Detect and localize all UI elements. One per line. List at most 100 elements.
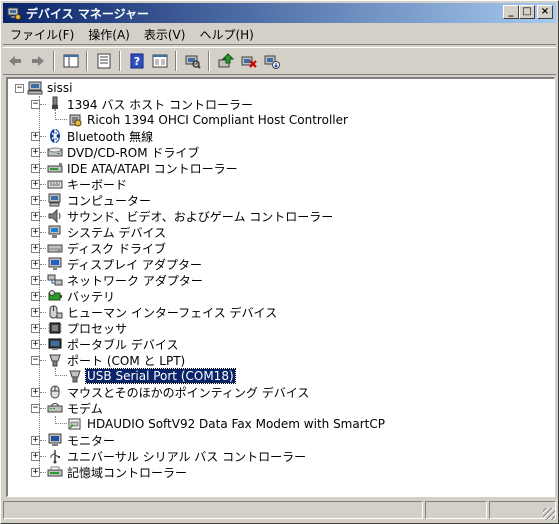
tree-expander[interactable]: + bbox=[31, 436, 40, 445]
tree-expander[interactable]: + bbox=[31, 228, 40, 237]
tree-category-item[interactable]: DVD/CD-ROM ドライブ bbox=[47, 144, 200, 160]
tree-expander[interactable]: + bbox=[31, 292, 40, 301]
tree-item-label: ヒューマン インターフェイス デバイス bbox=[67, 305, 278, 320]
tree-category-item[interactable]: モニター bbox=[47, 432, 116, 448]
menu-file[interactable]: ファイル(F) bbox=[3, 26, 81, 43]
tree-connector bbox=[40, 184, 46, 185]
network-icon bbox=[47, 272, 63, 288]
tree-item-label: マウスとそのほかのポインティング デバイス bbox=[67, 385, 310, 400]
help-icon[interactable]: ? bbox=[126, 50, 148, 72]
tree-category-item[interactable]: サウンド、ビデオ、およびゲーム コントローラー bbox=[47, 208, 334, 224]
maximize-button[interactable]: □ bbox=[519, 5, 535, 19]
tree-expander[interactable]: + bbox=[31, 180, 40, 189]
sound-icon bbox=[47, 208, 63, 224]
toolbar-separator bbox=[119, 51, 121, 71]
forward-arrow-icon[interactable] bbox=[27, 50, 49, 72]
device-manager-window: デバイス マネージャー _ □ × ファイル(F) 操作(A) 表示(V) ヘル… bbox=[0, 0, 559, 524]
back-arrow-icon[interactable] bbox=[4, 50, 26, 72]
tree-expander[interactable]: + bbox=[31, 452, 40, 461]
tree-connector bbox=[40, 440, 46, 441]
tree-expander[interactable]: + bbox=[31, 260, 40, 269]
tree-category-item[interactable]: バッテリ bbox=[47, 288, 116, 304]
tree-expander[interactable]: + bbox=[31, 324, 40, 333]
tree-category-item[interactable]: 記憶域コントローラー bbox=[47, 464, 188, 480]
tree-root[interactable]: sissi bbox=[27, 80, 73, 96]
toolbar-separator bbox=[208, 51, 210, 71]
tree-category-item[interactable]: モデム bbox=[47, 400, 104, 416]
menu-view[interactable]: 表示(V) bbox=[137, 26, 193, 43]
tree-expander[interactable]: + bbox=[31, 148, 40, 157]
device-tree: − sissi − 1394 バス ホスト コントローラー Ricoh 1394 O… bbox=[8, 79, 554, 496]
tree-expander[interactable]: + bbox=[31, 340, 40, 349]
tree-item-label: Ricoh 1394 OHCI Compliant Host Controlle… bbox=[87, 113, 348, 127]
tree-item-label: ポート (COM と LPT) bbox=[67, 353, 186, 368]
toolbar-separator bbox=[53, 51, 55, 71]
tree-item-label: USB Serial Port (COM18) bbox=[85, 368, 236, 384]
tree-expander[interactable]: − bbox=[31, 356, 40, 365]
tree-category-item[interactable]: キーボード bbox=[47, 176, 128, 192]
tree-expander[interactable]: + bbox=[31, 308, 40, 317]
tree-category-item[interactable]: Bluetooth 無線 bbox=[47, 128, 154, 144]
tree-device-item[interactable]: HDAUDIO SoftV92 Data Fax Modem with Smar… bbox=[67, 416, 386, 432]
tree-expander[interactable]: + bbox=[31, 132, 40, 141]
tree-connector bbox=[40, 456, 46, 457]
tree-expander[interactable]: + bbox=[31, 212, 40, 221]
minimize-button[interactable]: _ bbox=[503, 5, 519, 19]
scan-hardware-icon[interactable] bbox=[182, 50, 204, 72]
tree-expander[interactable]: + bbox=[31, 388, 40, 397]
usb-icon bbox=[47, 448, 63, 464]
tree-device-item[interactable]: Ricoh 1394 OHCI Compliant Host Controlle… bbox=[67, 112, 349, 128]
tree-category-item[interactable]: システム デバイス bbox=[47, 224, 167, 240]
toolbar-separator bbox=[86, 51, 88, 71]
cdrom-icon bbox=[47, 144, 63, 160]
tree-connector bbox=[40, 328, 46, 329]
modemchild-icon bbox=[67, 416, 83, 432]
tree-category-item[interactable]: マウスとそのほかのポインティング デバイス bbox=[47, 384, 310, 400]
battery-icon bbox=[47, 288, 63, 304]
tree-category-item[interactable]: ポート (COM と LPT) bbox=[47, 352, 186, 368]
tree-category-item[interactable]: コンピューター bbox=[47, 192, 152, 208]
tree-item-label: キーボード bbox=[67, 177, 128, 192]
tree-item-label: サウンド、ビデオ、およびゲーム コントローラー bbox=[67, 209, 334, 224]
root-expander[interactable]: − bbox=[15, 84, 24, 93]
uninstall-icon[interactable] bbox=[238, 50, 260, 72]
disable-icon[interactable] bbox=[261, 50, 283, 72]
tree-expander[interactable]: − bbox=[31, 100, 40, 109]
tree-category-item[interactable]: ディスク ドライブ bbox=[47, 240, 167, 256]
tree-expander[interactable]: + bbox=[31, 468, 40, 477]
tree-connector bbox=[40, 200, 46, 201]
tree-category-item[interactable]: ネットワーク アダプター bbox=[47, 272, 204, 288]
properties-icon[interactable] bbox=[93, 50, 115, 72]
tree-category-item[interactable]: プロセッサ bbox=[47, 320, 128, 336]
tree-item-label: システム デバイス bbox=[67, 225, 167, 240]
device-tree-pane[interactable]: − sissi − 1394 バス ホスト コントローラー Ricoh 1394 O… bbox=[6, 77, 555, 497]
tree-expander[interactable]: + bbox=[31, 276, 40, 285]
tree-expander[interactable]: + bbox=[31, 196, 40, 205]
tree-connector bbox=[40, 136, 46, 137]
close-button[interactable]: × bbox=[537, 5, 553, 19]
update-driver-icon[interactable] bbox=[215, 50, 237, 72]
tree-connector bbox=[40, 168, 46, 169]
storage-icon bbox=[47, 464, 63, 480]
toolbar: ? bbox=[3, 47, 556, 75]
tree-expander[interactable]: + bbox=[31, 164, 40, 173]
tree-category-item[interactable]: ディスプレイ アダプター bbox=[47, 256, 203, 272]
tree-category-item[interactable]: ポータブル デバイス bbox=[47, 336, 179, 352]
resize-grip[interactable] bbox=[543, 508, 555, 520]
status-panel-main bbox=[3, 501, 423, 519]
tree-category-item[interactable]: 1394 バス ホスト コントローラー bbox=[47, 96, 254, 112]
menu-action[interactable]: 操作(A) bbox=[81, 26, 137, 43]
view-icon[interactable] bbox=[149, 50, 171, 72]
status-panel-2 bbox=[425, 501, 487, 519]
title-bar[interactable]: デバイス マネージャー _ □ × bbox=[3, 3, 556, 23]
tree-connector bbox=[55, 375, 67, 376]
tree-device-item[interactable]: USB Serial Port (COM18) bbox=[67, 368, 236, 384]
console-tree-icon[interactable] bbox=[60, 50, 82, 72]
tree-expander[interactable]: + bbox=[31, 244, 40, 253]
menu-help[interactable]: ヘルプ(H) bbox=[192, 26, 260, 43]
tree-category-item[interactable]: IDE ATA/ATAPI コントローラー bbox=[47, 160, 239, 176]
firewire-icon bbox=[47, 96, 63, 112]
tree-category-item[interactable]: ユニバーサル シリアル バス コントローラー bbox=[47, 448, 307, 464]
tree-category-item[interactable]: ヒューマン インターフェイス デバイス bbox=[47, 304, 278, 320]
tree-expander[interactable]: − bbox=[31, 404, 40, 413]
